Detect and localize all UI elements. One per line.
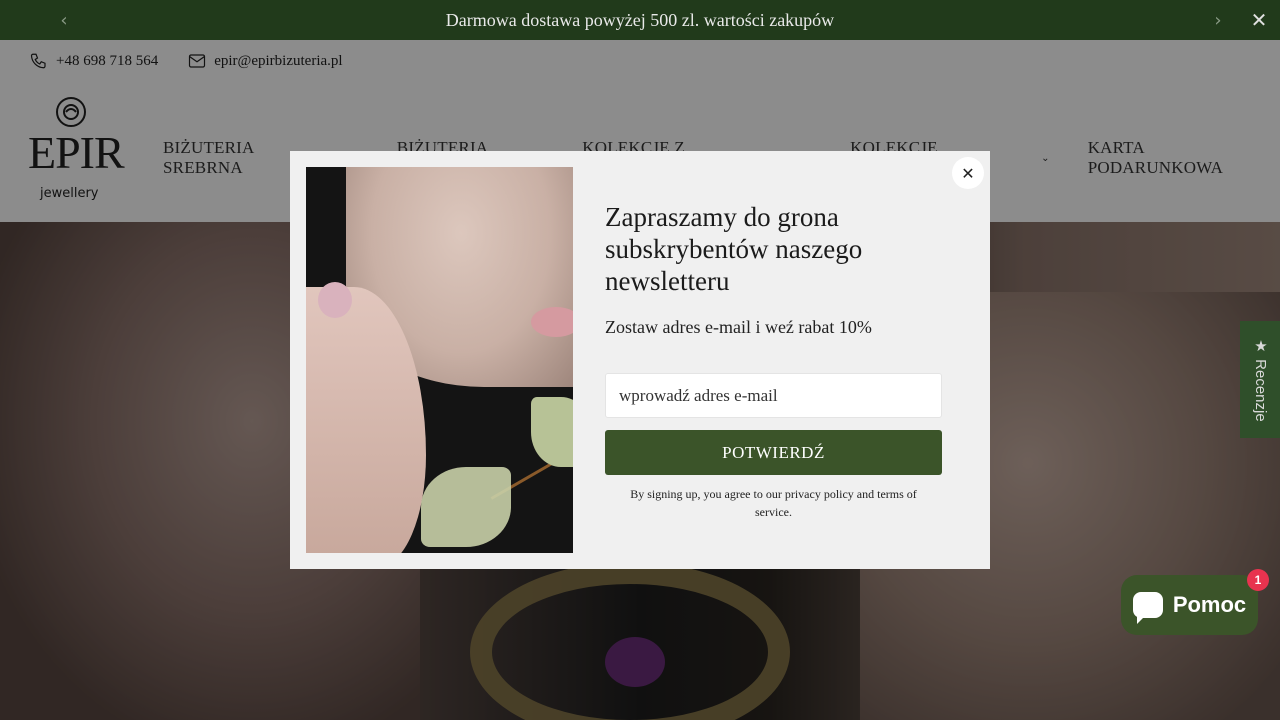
modal-image-lips	[531, 307, 573, 337]
chevron-right-icon[interactable]: ›	[1206, 8, 1230, 32]
modal-heading: Zapraszamy do grona subskrybentów naszeg…	[605, 202, 863, 296]
legal-text: By signing up, you agree to our privacy …	[630, 487, 917, 519]
modal-image-leaf	[531, 397, 573, 467]
chevron-left-icon[interactable]: ‹	[52, 8, 76, 32]
chat-label: Pomoc	[1172, 592, 1247, 617]
newsletter-modal: ✕ Zapraszamy do grona subskrybentów nasz…	[290, 151, 990, 569]
modal-image-nail	[318, 282, 352, 318]
reviews-tab-label: ★ Recenzje	[1252, 337, 1269, 422]
close-icon: ✕	[961, 163, 975, 183]
close-icon[interactable]: ✕	[1246, 8, 1272, 32]
modal-subheading: Zostaw adres e-mail i weź rabat 10%	[605, 317, 872, 337]
email-input[interactable]	[605, 373, 942, 418]
modal-image-leaf	[421, 467, 511, 547]
announcement-bar: ‹ Darmowa dostawa powyżej 500 zl. wartoś…	[0, 0, 1280, 40]
modal-image	[306, 167, 573, 553]
modal-close-button[interactable]: ✕	[952, 157, 984, 189]
notification-badge: 1	[1247, 569, 1269, 591]
chat-button[interactable]: Pomoc 1	[1121, 569, 1269, 635]
reviews-tab[interactable]: ★ Recenzje	[1240, 321, 1280, 438]
announcement-text: Darmowa dostawa powyżej 500 zl. wartości…	[445, 9, 835, 30]
chat-bubble-icon	[1132, 592, 1163, 624]
confirm-button[interactable]: POTWIERDŹ	[605, 430, 942, 475]
